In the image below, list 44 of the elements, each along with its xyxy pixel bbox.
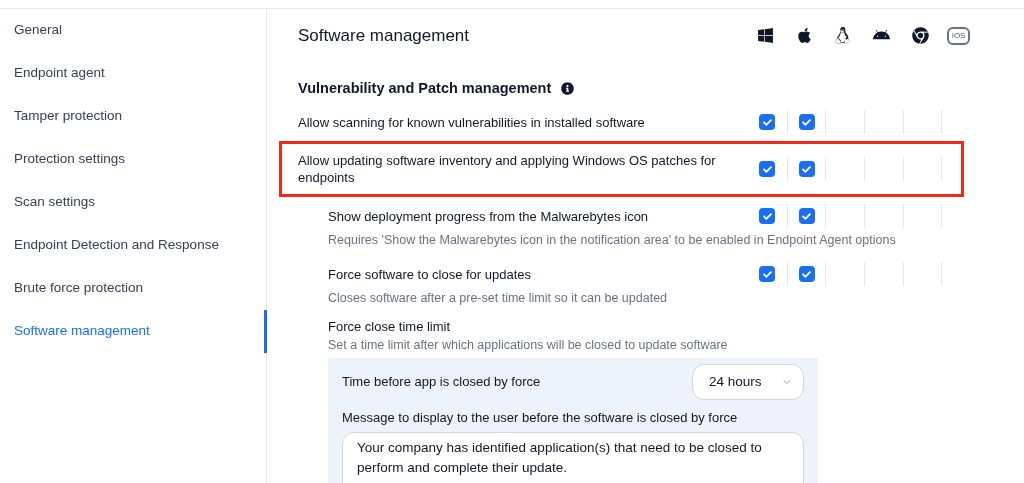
checkbox[interactable] (759, 161, 776, 178)
check-icon (762, 211, 772, 221)
checkbox[interactable] (798, 161, 815, 178)
check-icon (802, 117, 812, 127)
browser-icon (911, 26, 929, 44)
sidebar-item[interactable]: Tamper protection (0, 95, 266, 138)
sidebar-item[interactable]: Endpoint agent (0, 52, 266, 95)
setting-label: Force close time limit (328, 317, 452, 336)
setting-label: Allow updating software inventory and applying Windows OS patches for endpoints (298, 152, 717, 187)
windows-icon (756, 26, 774, 44)
setting-label: Allow scanning for known vulnerabilities in installed software (298, 113, 646, 131)
check-icon (802, 211, 812, 221)
checkbox[interactable] (798, 114, 815, 131)
setting-label: Force software to close for updates (328, 265, 533, 283)
sidebar-item[interactable]: Protection settings (0, 138, 266, 181)
check-icon (802, 269, 812, 279)
field-label: Message to display to the user before the software is closed by force (342, 409, 739, 427)
check-icon (762, 269, 772, 279)
checkbox[interactable] (759, 114, 776, 131)
check-icon (762, 117, 772, 127)
sidebar-item[interactable]: Brute force protection (0, 267, 266, 310)
apple-icon (795, 26, 813, 44)
sidebar-item[interactable]: Scan settings (0, 181, 266, 224)
time-dropdown[interactable]: 24 hours (692, 364, 804, 400)
setting-description: Set a time limit after which applications will be closed to update software (328, 337, 729, 355)
check-icon (762, 164, 772, 174)
setting-description: Requires 'Show the Malwarebytes icon in the notification area' to be enabled in Endpoint Agent options (328, 232, 897, 250)
penguin-icon (834, 26, 852, 44)
checkbox[interactable] (759, 208, 776, 225)
message-field[interactable]: Your company has identified application(s) that need to be closed to perform and complete their update. (342, 431, 804, 483)
sidebar-item[interactable]: General (0, 9, 266, 52)
sidebar-item[interactable]: Software management (0, 310, 267, 353)
checkbox[interactable] (798, 266, 815, 282)
section-title: Vulnerability and Patch management (298, 78, 552, 98)
field-label: Time before app is closed by force (342, 373, 541, 392)
info-icon (561, 81, 575, 95)
platform-badge: iOS (947, 26, 971, 45)
checkbox[interactable] (798, 208, 815, 225)
setting-description: Closes software after a pre-set time limit so it can be updated (328, 290, 669, 307)
sidebar-item[interactable]: Endpoint Detection and Response (0, 224, 266, 267)
check-icon (802, 164, 812, 174)
setting-label: Show deployment progress from the Malwarebytes icon (328, 207, 650, 225)
checkbox[interactable] (759, 266, 776, 282)
page-title: Software management (298, 25, 470, 47)
